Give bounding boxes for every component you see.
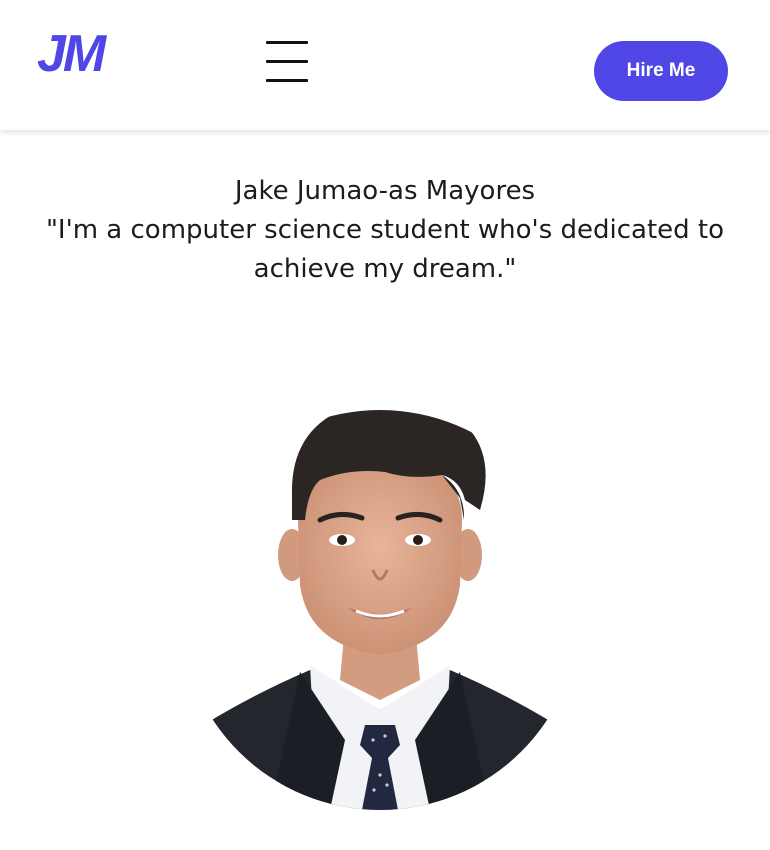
profile-photo xyxy=(180,410,580,810)
logo[interactable]: JM xyxy=(37,28,106,80)
menu-bar xyxy=(266,60,308,63)
menu-bar xyxy=(266,41,308,44)
hero-intro: Jake Jumao-as Mayores "I'm a computer sc… xyxy=(0,172,770,289)
hero-tagline: "I'm a computer science student who's de… xyxy=(45,215,725,284)
hamburger-menu-icon[interactable] xyxy=(264,40,310,86)
hire-me-button[interactable]: Hire Me xyxy=(594,41,728,101)
menu-bar xyxy=(266,79,308,82)
portfolio-page: JM Hire Me Jake Jumao-as Mayores "I'm a … xyxy=(0,0,770,850)
site-header: JM Hire Me xyxy=(0,0,770,130)
hero-name: Jake Jumao-as Mayores xyxy=(234,176,536,206)
